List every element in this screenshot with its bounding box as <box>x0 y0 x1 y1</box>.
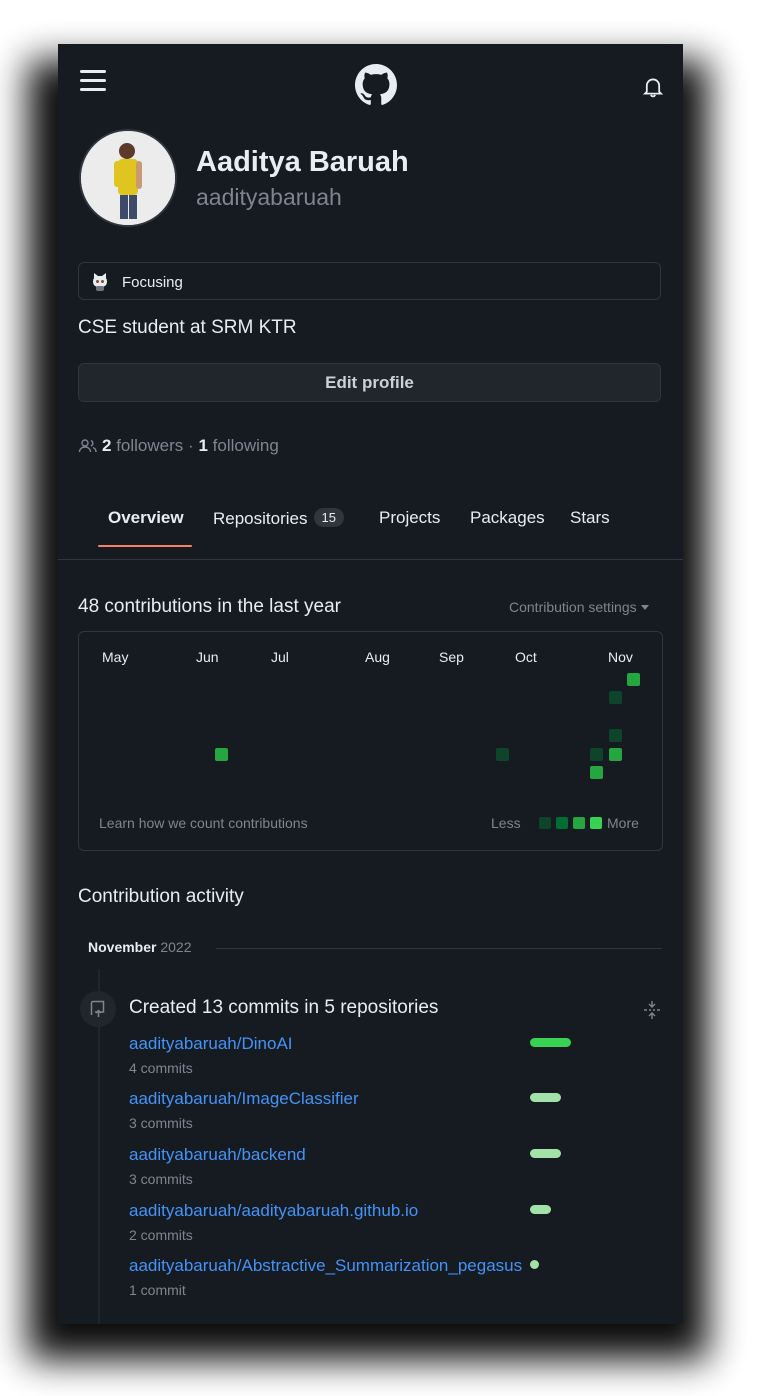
activity-repo-item: aadityabaruah/DinoAI 4 commits <box>129 1034 669 1084</box>
month-label: Nov <box>608 649 633 665</box>
period-divider <box>216 948 662 949</box>
month-label: Sep <box>439 649 464 665</box>
github-octocat-icon[interactable] <box>355 64 397 106</box>
following-label: following <box>212 436 279 455</box>
contribution-activity-title: Contribution activity <box>78 886 244 907</box>
contribution-settings-dropdown[interactable]: Contribution settings <box>509 599 649 615</box>
repo-push-icon <box>90 1000 105 1017</box>
repo-link[interactable]: aadityabaruah/backend <box>129 1145 306 1165</box>
octocat-emoji-icon <box>93 273 107 291</box>
month-label: Aug <box>365 649 390 665</box>
month-label: Jul <box>271 649 289 665</box>
profile-login: aadityabaruah <box>196 184 342 210</box>
bell-icon[interactable] <box>642 76 664 98</box>
commit-share-bar <box>530 1205 551 1214</box>
top-bar <box>58 44 683 124</box>
repo-link[interactable]: aadityabaruah/ImageClassifier <box>129 1089 359 1109</box>
contribution-day-cell[interactable] <box>609 729 622 742</box>
people-icon <box>78 439 97 453</box>
legend-level-2 <box>556 817 568 829</box>
status-badge[interactable]: Focusing <box>78 262 661 300</box>
contribution-day-cell[interactable] <box>496 748 509 761</box>
hamburger-menu-icon[interactable] <box>80 70 106 92</box>
repo-link[interactable]: aadityabaruah/Abstractive_Summarization_… <box>129 1256 522 1276</box>
month-label: Oct <box>515 649 537 665</box>
repositories-counter: 15 <box>313 508 344 527</box>
profile-bio: CSE student at SRM KTR <box>78 317 297 338</box>
caret-down-icon <box>640 605 649 610</box>
contributions-title: 48 contributions in the last year <box>78 596 341 617</box>
activity-summary: Created 13 commits in 5 repositories <box>129 997 439 1018</box>
contribution-day-cell[interactable] <box>609 748 622 761</box>
contribution-graph: May Jun Jul Aug Sep Oct Nov Learn how we… <box>78 631 663 851</box>
profile-tabs: Overview Repositories 15 Projects Package… <box>58 494 683 560</box>
followers-count: 2 <box>102 436 112 455</box>
contribution-day-cell[interactable] <box>590 766 603 779</box>
following-link[interactable]: 1 following <box>198 436 278 455</box>
activity-repo-item: aadityabaruah/backend 3 commits <box>129 1145 669 1195</box>
tab-overview[interactable]: Overview <box>108 508 184 528</box>
followers-label: followers <box>116 436 184 455</box>
repo-commit-count: 2 commits <box>129 1227 193 1243</box>
tab-repositories[interactable]: Repositories 15 <box>213 508 344 529</box>
follow-separator: · <box>188 436 194 455</box>
fold-icon[interactable] <box>643 1000 661 1020</box>
edit-profile-button[interactable]: Edit profile <box>78 363 661 402</box>
tab-packages[interactable]: Packages <box>470 508 545 528</box>
profile-name: Aaditya Baruah <box>196 146 409 178</box>
tab-active-underline <box>98 545 192 547</box>
repo-commit-count: 3 commits <box>129 1115 193 1131</box>
commit-share-bar <box>530 1149 561 1158</box>
repo-commit-count: 3 commits <box>129 1171 193 1187</box>
activity-year: 2022 <box>160 939 192 955</box>
timeline-badge <box>80 991 116 1027</box>
activity-period: November 2022 <box>88 939 192 955</box>
contribution-day-cell[interactable] <box>215 748 228 761</box>
repo-link[interactable]: aadityabaruah/aadityabaruah.github.io <box>129 1201 418 1221</box>
legend-level-1 <box>539 817 551 829</box>
tab-repositories-label: Repositories <box>213 509 308 528</box>
followers-link[interactable]: 2 followers <box>102 436 183 455</box>
commit-share-bar <box>530 1038 571 1047</box>
tab-stars[interactable]: Stars <box>570 508 610 528</box>
status-text: Focusing <box>122 274 183 291</box>
avatar-photo <box>81 131 175 225</box>
legend-more-label: More <box>607 815 639 831</box>
contribution-day-cell[interactable] <box>627 673 640 686</box>
contribution-settings-label: Contribution settings <box>509 599 637 615</box>
month-label: May <box>102 649 129 665</box>
legend-less-label: Less <box>491 815 521 831</box>
following-count: 1 <box>198 436 208 455</box>
month-label: Jun <box>196 649 219 665</box>
avatar[interactable] <box>79 129 177 227</box>
activity-repo-item: aadityabaruah/aadityabaruah.github.io 2 … <box>129 1201 669 1251</box>
activity-repo-item: aadityabaruah/ImageClassifier 3 commits <box>129 1089 669 1139</box>
repo-commit-count: 4 commits <box>129 1060 193 1076</box>
follow-stats: 2 followers · 1 following <box>78 436 279 456</box>
repo-commit-count: 1 commit <box>129 1282 186 1298</box>
learn-contributions-link[interactable]: Learn how we count contributions <box>99 815 308 831</box>
commit-share-bar <box>530 1260 539 1269</box>
contribution-day-cell[interactable] <box>609 691 622 704</box>
commit-share-bar <box>530 1093 561 1102</box>
tab-projects[interactable]: Projects <box>379 508 440 528</box>
legend-level-4 <box>590 817 602 829</box>
profile-screen: Aaditya Baruah aadityabaruah Focusing CS… <box>58 44 683 1324</box>
activity-month: November <box>88 939 157 955</box>
activity-repo-item: aadityabaruah/Abstractive_Summarization_… <box>129 1256 669 1306</box>
repo-link[interactable]: aadityabaruah/DinoAI <box>129 1034 293 1054</box>
legend-level-3 <box>573 817 585 829</box>
contribution-day-cell[interactable] <box>590 748 603 761</box>
